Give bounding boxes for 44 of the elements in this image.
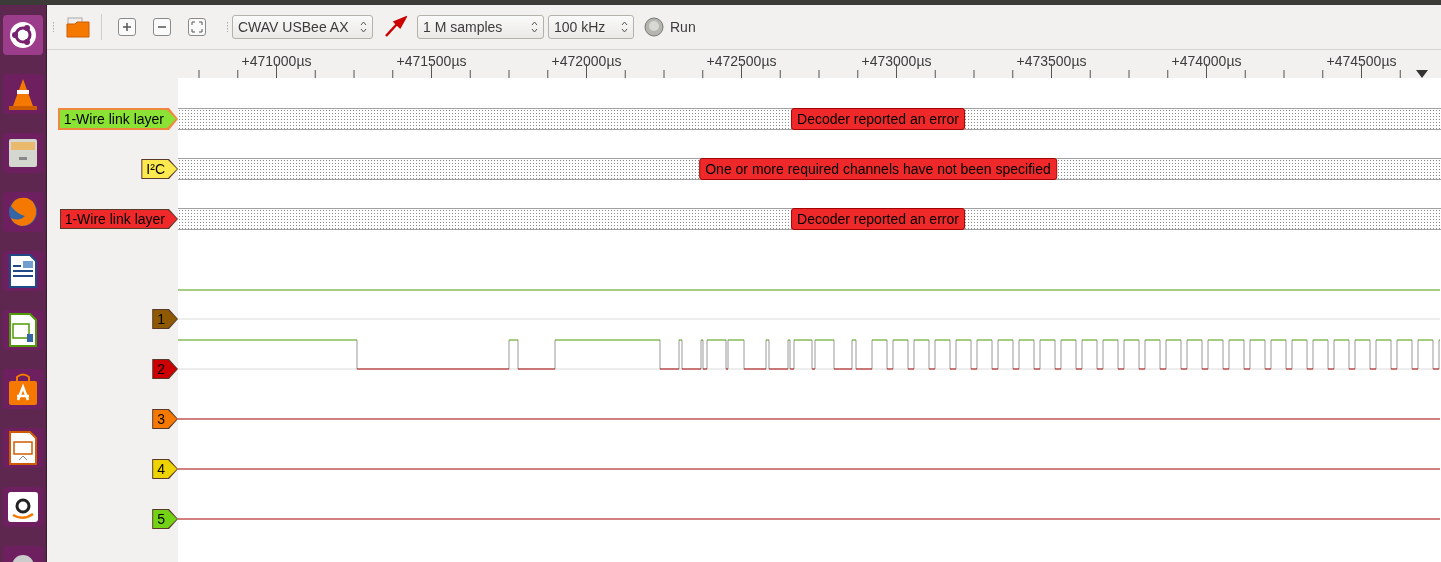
- grip-icon: [226, 21, 229, 33]
- status-light-icon: [644, 17, 664, 37]
- zoom-out-button[interactable]: [153, 18, 171, 36]
- ruler-label: +472000µs: [551, 52, 622, 71]
- rate-select[interactable]: 100 kHz: [548, 15, 634, 39]
- channel-tag[interactable]: 1-Wire link layer: [57, 108, 178, 130]
- error-message: Decoder reported an error: [791, 108, 965, 130]
- grip-icon: [52, 21, 55, 33]
- fit-icon: [191, 21, 203, 33]
- channel-tag[interactable]: 2: [152, 359, 178, 379]
- traffic-cone-icon[interactable]: [3, 74, 43, 114]
- ruler-label: +473000µs: [861, 52, 932, 71]
- spin-arrows-icon: [621, 21, 628, 33]
- channel-tag[interactable]: 1-Wire link layer: [59, 209, 178, 229]
- presentation-icon[interactable]: [3, 428, 43, 468]
- error-message: Decoder reported an error: [791, 208, 965, 230]
- plus-icon: [121, 21, 133, 33]
- ruler-label: +471500µs: [396, 52, 467, 71]
- spreadsheet-icon[interactable]: [3, 310, 43, 350]
- ruler-label: +472500µs: [706, 52, 777, 71]
- file-cabinet-icon[interactable]: [3, 133, 43, 173]
- ruler-label: +474000µs: [1171, 52, 1242, 71]
- spin-arrows-icon: [531, 21, 538, 33]
- channel-tag[interactable]: 5: [152, 509, 178, 529]
- channel-tag[interactable]: 1: [152, 309, 178, 329]
- dash-icon[interactable]: [3, 15, 43, 55]
- samples-select[interactable]: 1 M samples: [417, 15, 544, 39]
- channel-tag[interactable]: 3: [152, 409, 178, 429]
- ruler-label: +474500µs: [1326, 52, 1397, 71]
- channel-tag[interactable]: 4: [152, 459, 178, 479]
- channel-tag[interactable]: I²C: [141, 159, 178, 179]
- probe-icon[interactable]: [383, 15, 407, 39]
- ruler-label: +473500µs: [1016, 52, 1087, 71]
- error-message: One or more required channels have not been specified: [699, 158, 1057, 180]
- shopping-bag-icon[interactable]: [3, 369, 43, 409]
- run-button[interactable]: Run: [644, 16, 696, 38]
- zoom-in-button[interactable]: [118, 18, 136, 36]
- zoom-fit-button[interactable]: [188, 18, 206, 36]
- document-icon[interactable]: [3, 251, 43, 291]
- spin-arrows-icon: [360, 21, 367, 33]
- folder-icon: [66, 16, 90, 38]
- open-folder-button[interactable]: [65, 14, 91, 40]
- ruler-label: +471000µs: [241, 52, 312, 71]
- device-select[interactable]: CWAV USBee AX: [232, 15, 373, 39]
